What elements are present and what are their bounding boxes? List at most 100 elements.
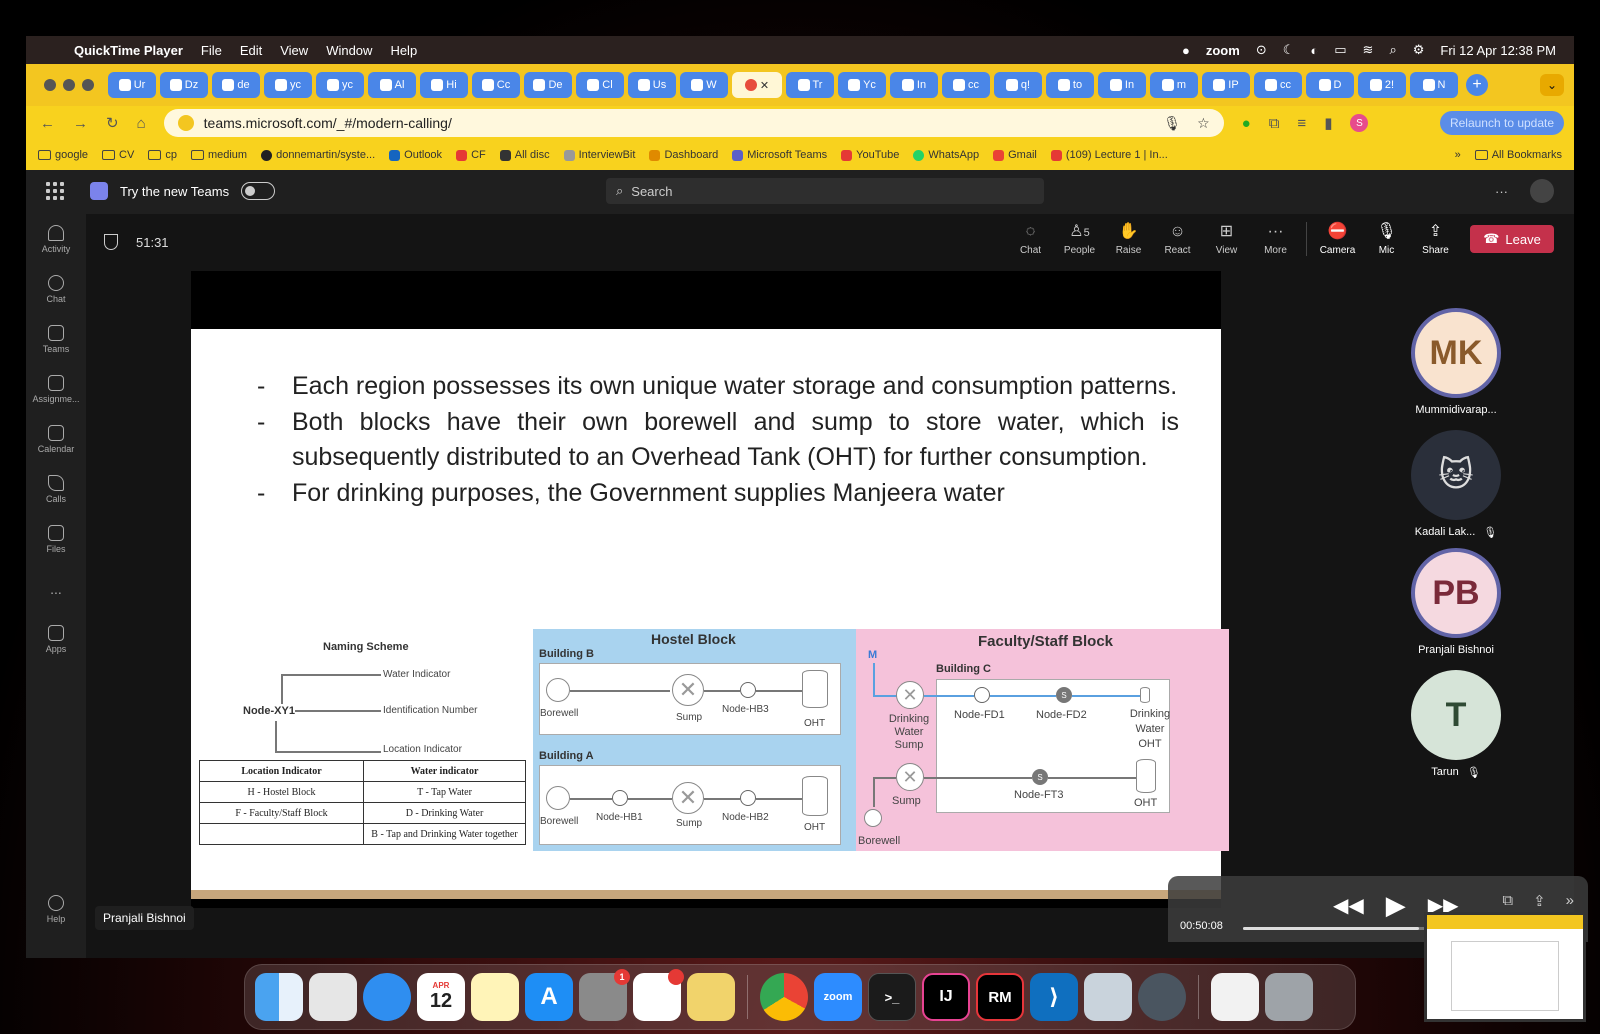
microphone-icon[interactable]: 🎙	[1163, 115, 1181, 132]
zoom-menu-item[interactable]: zoom	[1206, 43, 1240, 58]
finder-icon[interactable]	[255, 973, 303, 1021]
media-icon[interactable]: ≡	[1297, 115, 1306, 132]
menu-window[interactable]: Window	[326, 43, 372, 58]
raise-hand-button[interactable]: ✋ Raise	[1104, 223, 1153, 256]
browser-tab[interactable]: 2!	[1358, 72, 1406, 98]
spotlight-icon[interactable]: ⌕	[1389, 42, 1396, 58]
url-input[interactable]: teams.microsoft.com/_#/modern-calling/ 🎙…	[163, 109, 1224, 137]
rail-assignments[interactable]: Assignme...	[26, 364, 86, 414]
bookmark-folder[interactable]: google	[38, 149, 88, 161]
bookmark-link[interactable]: Outlook	[389, 149, 442, 161]
participant-tile[interactable]: T Tarun 🎙	[1376, 670, 1536, 779]
bookmark-link[interactable]: donnemartin/syste...	[261, 149, 375, 161]
browser-tab[interactable]: IP	[1202, 72, 1250, 98]
reload-icon[interactable]: ↻	[106, 114, 119, 132]
trash-icon[interactable]	[1265, 973, 1313, 1021]
battery-icon[interactable]: ▭	[1334, 42, 1346, 58]
bookmark-link[interactable]: Dashboard	[649, 149, 718, 161]
bookmark-link[interactable]: Gmail	[993, 149, 1037, 161]
chat-button[interactable]: ◌ Chat	[1006, 223, 1055, 256]
menu-file[interactable]: File	[201, 43, 222, 58]
browser-tab[interactable]: Tr	[786, 72, 834, 98]
extension-icon[interactable]: ●	[1242, 115, 1251, 132]
rail-apps[interactable]: Apps	[26, 614, 86, 664]
rail-more[interactable]: ...	[26, 564, 86, 614]
view-button[interactable]: ⊞ View	[1202, 223, 1251, 256]
share-button[interactable]: ⇪ Share	[1411, 223, 1460, 256]
close-window-button[interactable]	[44, 79, 56, 91]
react-button[interactable]: ☺ React	[1153, 223, 1202, 256]
browser-tab[interactable]: D	[1306, 72, 1354, 98]
browser-tab[interactable]: q!	[994, 72, 1042, 98]
preview-icon[interactable]	[1084, 973, 1132, 1021]
rewind-button[interactable]: ◀◀	[1333, 893, 1364, 918]
bookmark-link[interactable]: (109) Lecture 1 | In...	[1050, 149, 1168, 161]
bookmark-link[interactable]: InterviewBit	[563, 149, 635, 161]
app-launcher-icon[interactable]	[46, 182, 64, 200]
rail-teams[interactable]: Teams	[26, 314, 86, 364]
rail-files[interactable]: Files	[26, 514, 86, 564]
home-icon[interactable]: ⌂	[137, 115, 146, 132]
zoom-icon[interactable]: zoom	[814, 973, 862, 1021]
new-tab-button[interactable]: +	[1466, 74, 1488, 96]
bookmark-link[interactable]: CF	[456, 149, 486, 161]
browser-tab[interactable]: Dz	[160, 72, 208, 98]
more-bookmarks-icon[interactable]: »	[1455, 149, 1461, 161]
moon-icon[interactable]: ☾	[1283, 42, 1295, 58]
chrome-icon[interactable]	[760, 973, 808, 1021]
share-icon[interactable]: ⇪	[1533, 892, 1546, 910]
terminal-icon[interactable]: >_	[868, 973, 916, 1021]
browser-tab[interactable]: de	[212, 72, 260, 98]
participant-tile[interactable]: 🐱 Kadali Lak... 🎙	[1376, 430, 1536, 539]
browser-tab[interactable]: yc	[316, 72, 364, 98]
bookmark-link[interactable]: All disc	[499, 149, 550, 161]
browser-tab[interactable]: N	[1410, 72, 1458, 98]
screenshot-thumbnail[interactable]	[1424, 912, 1586, 1022]
rail-calendar[interactable]: Calendar	[26, 414, 86, 464]
puzzle-icon[interactable]: ⧉	[1269, 115, 1280, 132]
safari-icon[interactable]	[363, 973, 411, 1021]
app-name[interactable]: QuickTime Player	[74, 43, 183, 58]
menu-help[interactable]: Help	[390, 43, 417, 58]
sidepanel-icon[interactable]: ▮	[1324, 114, 1332, 132]
vscode-icon[interactable]: ⟩	[1030, 973, 1078, 1021]
bookmark-link[interactable]: WhatsApp	[913, 149, 979, 161]
browser-tab[interactable]: Us	[628, 72, 676, 98]
menu-view[interactable]: View	[280, 43, 308, 58]
menu-edit[interactable]: Edit	[240, 43, 262, 58]
browser-tab[interactable]: Yc	[838, 72, 886, 98]
picture-in-picture-icon[interactable]: ⧉	[1502, 892, 1513, 910]
all-bookmarks[interactable]: All Bookmarks	[1474, 149, 1562, 161]
slack-icon[interactable]	[633, 969, 684, 1021]
play-button[interactable]: ▶	[1386, 890, 1406, 921]
search-input[interactable]: ⌕ Search	[606, 178, 1044, 204]
bookmark-link[interactable]: Microsoft Teams	[732, 149, 827, 161]
app-store-icon[interactable]: A	[525, 973, 573, 1021]
rail-calls[interactable]: Calls	[26, 464, 86, 514]
system-settings-icon[interactable]: 1	[579, 969, 630, 1021]
user-avatar[interactable]	[1530, 179, 1554, 203]
datetime[interactable]: Fri 12 Apr 12:38 PM	[1440, 43, 1556, 58]
back-icon[interactable]: ←	[40, 115, 55, 132]
browser-tab[interactable]: In	[890, 72, 938, 98]
bookmark-folder[interactable]: medium	[190, 149, 247, 161]
more-button[interactable]: ··· More	[1251, 223, 1300, 256]
browser-tab-active[interactable]: ✕	[732, 72, 782, 98]
rail-chat[interactable]: Chat	[26, 264, 86, 314]
calendar-icon[interactable]: APR 12	[417, 973, 465, 1021]
record-icon[interactable]: ●	[1182, 43, 1190, 58]
bookmark-folder[interactable]: cp	[148, 149, 177, 161]
browser-tab[interactable]: Ur	[108, 72, 156, 98]
stickies-icon[interactable]	[687, 973, 735, 1021]
mic-status-icon[interactable]: ◐	[1310, 43, 1318, 58]
relaunch-button[interactable]: Relaunch to update	[1440, 111, 1564, 135]
people-button[interactable]: ♙5 People	[1055, 223, 1104, 256]
mic-button[interactable]: 🎙 Mic	[1362, 223, 1411, 256]
browser-tab[interactable]: W	[680, 72, 728, 98]
browser-tab[interactable]: cc	[942, 72, 990, 98]
quicktime-icon[interactable]	[1138, 973, 1186, 1021]
star-icon[interactable]: ☆	[1197, 115, 1210, 132]
rail-help[interactable]: Help	[26, 884, 86, 934]
zoom-window-button[interactable]	[82, 79, 94, 91]
browser-tab[interactable]: Cl	[576, 72, 624, 98]
